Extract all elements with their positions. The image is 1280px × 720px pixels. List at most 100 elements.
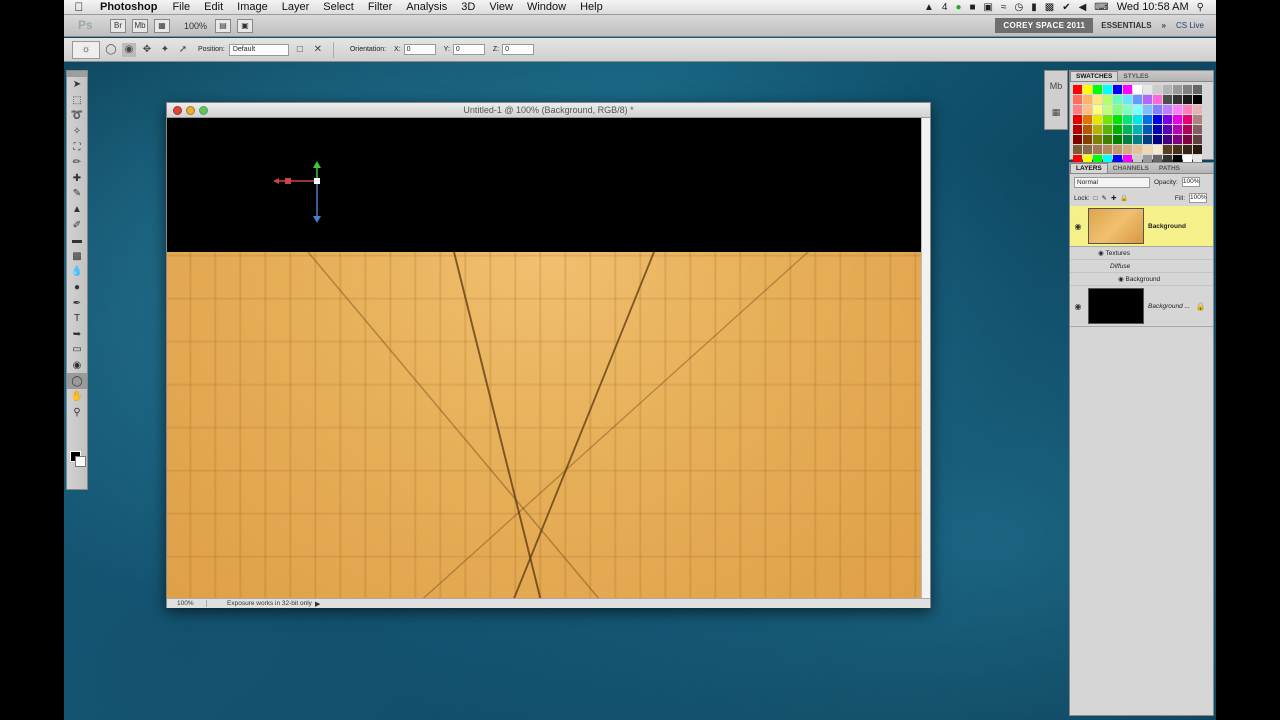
menu-analysis[interactable]: Analysis — [399, 1, 454, 13]
color-swatch[interactable] — [1073, 125, 1082, 134]
sublayer-background-texture[interactable]: ◉ Background — [1070, 273, 1213, 286]
dodge-tool-icon[interactable]: ● — [67, 280, 87, 296]
blend-mode-select[interactable]: Normal — [1074, 176, 1150, 188]
more-workspaces-chevron-icon[interactable]: » — [1162, 21, 1166, 30]
color-swatch[interactable] — [1173, 115, 1182, 124]
3d-axis-widget[interactable] — [267, 158, 327, 228]
color-swatch[interactable] — [1153, 145, 1162, 154]
document-zoom-field[interactable]: 100% — [167, 600, 207, 607]
opacity-input[interactable]: 100% — [1181, 177, 1200, 187]
sublayer-textures[interactable]: ◉ Textures — [1070, 247, 1213, 260]
sublayer-diffuse[interactable]: Diffuse — [1070, 260, 1213, 273]
menu-edit[interactable]: Edit — [197, 1, 230, 13]
color-swatch[interactable] — [1143, 95, 1152, 104]
battery-icon[interactable]: ▮ — [1031, 2, 1037, 13]
3d-object-scale-icon[interactable]: ➚ — [176, 43, 190, 57]
color-swatch[interactable] — [1113, 115, 1122, 124]
workspace-essentials-button[interactable]: ESSENTIALS — [1101, 21, 1151, 30]
color-swatch[interactable] — [1093, 115, 1102, 124]
color-swatch[interactable] — [1133, 135, 1142, 144]
spotlight-search-icon[interactable]: ⚲ — [1197, 2, 1204, 13]
healing-brush-tool-icon[interactable]: ✚ — [67, 171, 87, 187]
color-swatch[interactable] — [1133, 115, 1142, 124]
color-swatch[interactable] — [1153, 85, 1162, 94]
cs-live-button[interactable]: CS Live — [1176, 21, 1204, 30]
color-swatch[interactable] — [1163, 105, 1172, 114]
color-swatch[interactable] — [1173, 95, 1182, 104]
tool-preset-picker[interactable]: ☼ — [72, 40, 100, 59]
view-extras-button[interactable]: ▦ — [154, 18, 170, 33]
3d-orbit-tool-icon[interactable]: ◯ — [67, 373, 87, 389]
minibridge-panel-icon[interactable]: Mb — [1045, 75, 1067, 97]
color-swatch[interactable] — [1083, 95, 1092, 104]
color-swatch[interactable] — [1073, 145, 1082, 154]
tab-layers[interactable]: LAYERS — [1070, 163, 1108, 173]
3d-object-slide-icon[interactable]: ✦ — [158, 43, 172, 57]
zoom-tool-icon[interactable]: ⚲ — [67, 404, 87, 420]
menu-help[interactable]: Help — [573, 1, 610, 13]
color-swatch[interactable] — [1083, 115, 1092, 124]
pen-tool-icon[interactable]: ✒ — [67, 295, 87, 311]
position-select[interactable]: Default — [228, 43, 289, 56]
layer-visibility-eye-icon[interactable]: ◉ — [1070, 302, 1086, 311]
3d-object-drag-icon[interactable]: ✥ — [140, 43, 154, 57]
color-swatch[interactable] — [1073, 95, 1082, 104]
adobe-status-icon[interactable]: ▲ — [924, 2, 934, 13]
color-swatch[interactable] — [1173, 125, 1182, 134]
color-swatch[interactable] — [1093, 135, 1102, 144]
color-swatch[interactable] — [1123, 105, 1132, 114]
color-swatch[interactable] — [1163, 95, 1172, 104]
color-swatch[interactable] — [1133, 105, 1142, 114]
color-swatch[interactable] — [1113, 105, 1122, 114]
menu-window[interactable]: Window — [520, 1, 573, 13]
color-swatch[interactable] — [1123, 125, 1132, 134]
screen-icon[interactable]: ▩ — [1045, 2, 1054, 13]
color-swatch[interactable] — [1133, 125, 1142, 134]
eyedropper-tool-icon[interactable]: ✏ — [67, 155, 87, 171]
launch-bridge-button[interactable]: Br — [110, 18, 126, 33]
layer-row-background-3d[interactable]: ◉ Background — [1070, 206, 1213, 247]
layer-visibility-eye-icon[interactable]: ◉ — [1070, 222, 1086, 231]
color-swatch[interactable] — [1183, 85, 1192, 94]
color-swatch[interactable] — [1183, 135, 1192, 144]
color-swatch[interactable] — [1143, 115, 1152, 124]
tab-swatches[interactable]: SWATCHES — [1070, 71, 1119, 81]
color-swatch[interactable] — [1113, 85, 1122, 94]
menu-view[interactable]: View — [482, 1, 520, 13]
move-tool-icon[interactable]: ➤ — [67, 77, 87, 93]
shape-tool-icon[interactable]: ▭ — [67, 342, 87, 358]
3d-object-rotate-icon[interactable]: ◯ — [104, 43, 118, 57]
color-swatch[interactable] — [1093, 85, 1102, 94]
color-swatch[interactable] — [1153, 115, 1162, 124]
color-swatch[interactable] — [1183, 95, 1192, 104]
clone-stamp-tool-icon[interactable]: ▲ — [67, 202, 87, 218]
color-swatch[interactable] — [1123, 95, 1132, 104]
textures-eye-icon[interactable]: ◉ — [1098, 249, 1105, 257]
color-swatch[interactable] — [1143, 145, 1152, 154]
color-swatch[interactable] — [1113, 95, 1122, 104]
color-swatch[interactable] — [1073, 105, 1082, 114]
color-swatch[interactable] — [1123, 85, 1132, 94]
color-swatch[interactable] — [1143, 135, 1152, 144]
color-swatch[interactable] — [1093, 125, 1102, 134]
fill-input[interactable]: 100% — [1189, 193, 1207, 203]
menu-image[interactable]: Image — [230, 1, 275, 13]
launch-minibridge-button[interactable]: Mb — [132, 18, 148, 33]
orientation-y-input[interactable]: 0 — [452, 44, 485, 55]
wifi-icon[interactable]: ≈ — [1001, 2, 1007, 13]
color-swatch[interactable] — [1183, 105, 1192, 114]
3d-panel-icon[interactable]: ▦ — [1045, 101, 1067, 123]
color-swatch[interactable] — [1173, 105, 1182, 114]
color-swatch[interactable] — [1153, 105, 1162, 114]
color-swatch[interactable] — [1103, 145, 1112, 154]
lock-position-icon[interactable]: ✚ — [1111, 194, 1116, 202]
path-selection-tool-icon[interactable]: ➥ — [67, 327, 87, 343]
color-swatch[interactable] — [1103, 135, 1112, 144]
color-swatch[interactable] — [1193, 115, 1202, 124]
color-swatch[interactable] — [1103, 115, 1112, 124]
color-swatch[interactable] — [1193, 125, 1202, 134]
delete-view-icon[interactable]: ✕ — [311, 43, 325, 57]
document-vertical-scrollbar[interactable] — [921, 118, 930, 598]
save-view-icon[interactable]: □ — [293, 43, 307, 57]
texture-eye-icon[interactable]: ◉ — [1118, 275, 1125, 283]
